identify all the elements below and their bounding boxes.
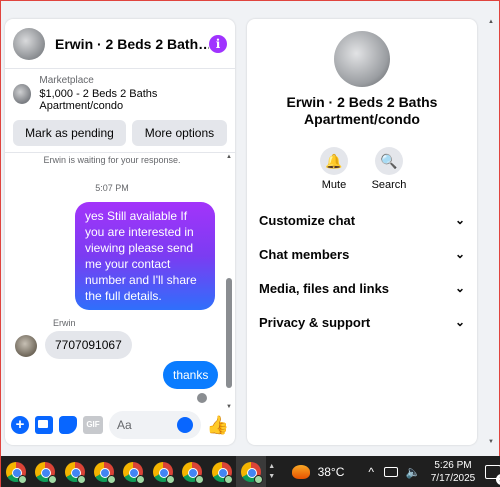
marketplace-label: Marketplace bbox=[39, 75, 94, 86]
section-label: Privacy & support bbox=[259, 314, 371, 330]
bell-icon[interactable]: 🔔 bbox=[320, 147, 348, 175]
taskbar-chrome-app[interactable] bbox=[119, 456, 148, 487]
mute-label: Mute bbox=[321, 179, 347, 191]
outgoing-thanks-bubble[interactable]: thanks bbox=[163, 361, 219, 389]
profile-avatar[interactable] bbox=[334, 31, 390, 87]
thumbs-up-icon[interactable]: 👍 bbox=[207, 416, 229, 434]
message-scrollbar[interactable]: ▲ ▼ bbox=[225, 153, 233, 411]
outgoing-message-bubble[interactable]: yes Still available If you are intereste… bbox=[75, 202, 215, 310]
contact-avatar[interactable] bbox=[13, 27, 45, 60]
waiting-notice: Erwin is waiting for your response. bbox=[43, 155, 181, 165]
taskbar-chrome-app[interactable] bbox=[1, 456, 30, 487]
scroll-down-arrow-icon[interactable]: ▼ bbox=[487, 439, 495, 445]
marketplace-banner: Marketplace $1,000 - 2 Beds 2 Baths Apar… bbox=[5, 69, 235, 153]
gif-icon[interactable]: GIF bbox=[83, 416, 103, 434]
chevron-down-icon: ⌄ bbox=[454, 247, 465, 261]
notification-count-badge: 3 bbox=[495, 474, 500, 485]
temperature: 38°C bbox=[317, 465, 345, 479]
section-label: Media, files and links bbox=[259, 280, 390, 296]
taskbar-chrome-app[interactable] bbox=[89, 456, 118, 487]
windows-taskbar: ▲▼ 38°C ^ 🔈 5:26 PM 7/17/2025 3 bbox=[1, 456, 500, 487]
chat-panel: Erwin · 2 Beds 2 Bath… i Marketplace $1,… bbox=[5, 19, 235, 445]
profile-badge bbox=[106, 475, 116, 484]
section-media-files-links[interactable]: Media, files and links ⌄ bbox=[259, 277, 465, 299]
message-timestamp: 5:07 PM bbox=[95, 183, 129, 193]
show-hidden-icons-chevron-icon[interactable]: ^ bbox=[368, 465, 374, 479]
sticker-icon[interactable] bbox=[59, 416, 77, 434]
chevron-down-icon: ⌄ bbox=[454, 281, 465, 295]
network-icon[interactable] bbox=[384, 467, 398, 477]
profile-badge bbox=[253, 475, 263, 484]
section-privacy-support[interactable]: Privacy & support ⌄ bbox=[259, 311, 465, 333]
taskbar-chrome-app[interactable] bbox=[60, 456, 89, 487]
sender-name: Erwin bbox=[53, 318, 76, 328]
seen-indicator-avatar bbox=[197, 393, 207, 403]
profile-badge bbox=[194, 475, 204, 484]
profile-badge bbox=[77, 475, 87, 484]
notification-icon[interactable]: 3 bbox=[485, 465, 500, 485]
scroll-thumb[interactable] bbox=[226, 278, 232, 388]
taskbar-chrome-app[interactable] bbox=[207, 456, 236, 487]
section-label: Chat members bbox=[259, 246, 350, 262]
mute-button[interactable]: 🔔 Mute bbox=[309, 147, 359, 191]
incoming-message-bubble[interactable]: 7707091067 bbox=[45, 331, 132, 359]
chat-title[interactable]: Erwin · 2 Beds 2 Bath… bbox=[55, 36, 209, 52]
chat-info-panel: Erwin · 2 Beds 2 Baths Apartment/condo 🔔… bbox=[247, 19, 477, 445]
profile-badge bbox=[136, 475, 146, 484]
section-label: Customize chat bbox=[259, 212, 356, 228]
message-list: Erwin is waiting for your response. 5:07… bbox=[5, 153, 235, 411]
clock-date: 7/17/2025 bbox=[430, 473, 476, 484]
taskbar-overflow-arrows[interactable]: ▲ ▼ bbox=[266, 462, 278, 482]
info-icon[interactable]: i bbox=[209, 34, 227, 53]
search-button[interactable]: 🔍 Search bbox=[364, 147, 414, 191]
taskbar-chrome-app-active[interactable] bbox=[236, 456, 266, 487]
photo-icon[interactable] bbox=[35, 416, 53, 434]
profile-badge bbox=[18, 475, 28, 484]
chat-header: Erwin · 2 Beds 2 Bath… i bbox=[5, 19, 235, 69]
message-composer: + GIF Aa 👍 bbox=[5, 405, 235, 445]
profile-badge bbox=[224, 475, 234, 484]
chevron-down-icon: ⌄ bbox=[454, 213, 465, 227]
chevron-down-icon: ⌄ bbox=[454, 315, 465, 329]
message-input[interactable]: Aa bbox=[109, 411, 201, 439]
system-clock[interactable]: 5:26 PM 7/17/2025 bbox=[431, 459, 476, 485]
listing-thumbnail[interactable] bbox=[13, 83, 32, 104]
page-scrollbar[interactable]: ▲ ▼ bbox=[487, 19, 495, 445]
section-customize-chat[interactable]: Customize chat ⌄ bbox=[259, 209, 465, 231]
weather-widget[interactable]: 38°C bbox=[291, 465, 345, 479]
sender-avatar[interactable] bbox=[15, 335, 37, 357]
scroll-up-arrow-icon[interactable]: ▲ bbox=[487, 19, 495, 25]
emoji-icon[interactable] bbox=[176, 417, 193, 433]
weather-icon bbox=[291, 465, 310, 479]
profile-name: Erwin · 2 Beds 2 Baths Apartment/condo bbox=[286, 94, 438, 127]
scroll-up-arrow-icon[interactable]: ▲ bbox=[225, 153, 233, 161]
search-label: Search bbox=[371, 179, 407, 191]
more-options-button[interactable]: More options bbox=[131, 120, 227, 146]
search-icon[interactable]: 🔍 bbox=[375, 147, 403, 175]
taskbar-chrome-app[interactable] bbox=[30, 456, 59, 487]
listing-title[interactable]: $1,000 - 2 Beds 2 Baths Apartment/condo bbox=[39, 88, 227, 112]
profile-badge bbox=[165, 475, 175, 484]
clock-time: 5:26 PM bbox=[434, 460, 472, 471]
message-input-placeholder: Aa bbox=[117, 418, 132, 432]
taskbar-chrome-app[interactable] bbox=[148, 456, 177, 487]
mark-as-pending-button[interactable]: Mark as pending bbox=[13, 120, 126, 146]
plus-icon[interactable]: + bbox=[11, 416, 29, 434]
profile-badge bbox=[47, 475, 57, 484]
section-chat-members[interactable]: Chat members ⌄ bbox=[259, 243, 465, 265]
volume-icon[interactable]: 🔈 bbox=[406, 465, 421, 479]
taskbar-chrome-app[interactable] bbox=[178, 456, 207, 487]
